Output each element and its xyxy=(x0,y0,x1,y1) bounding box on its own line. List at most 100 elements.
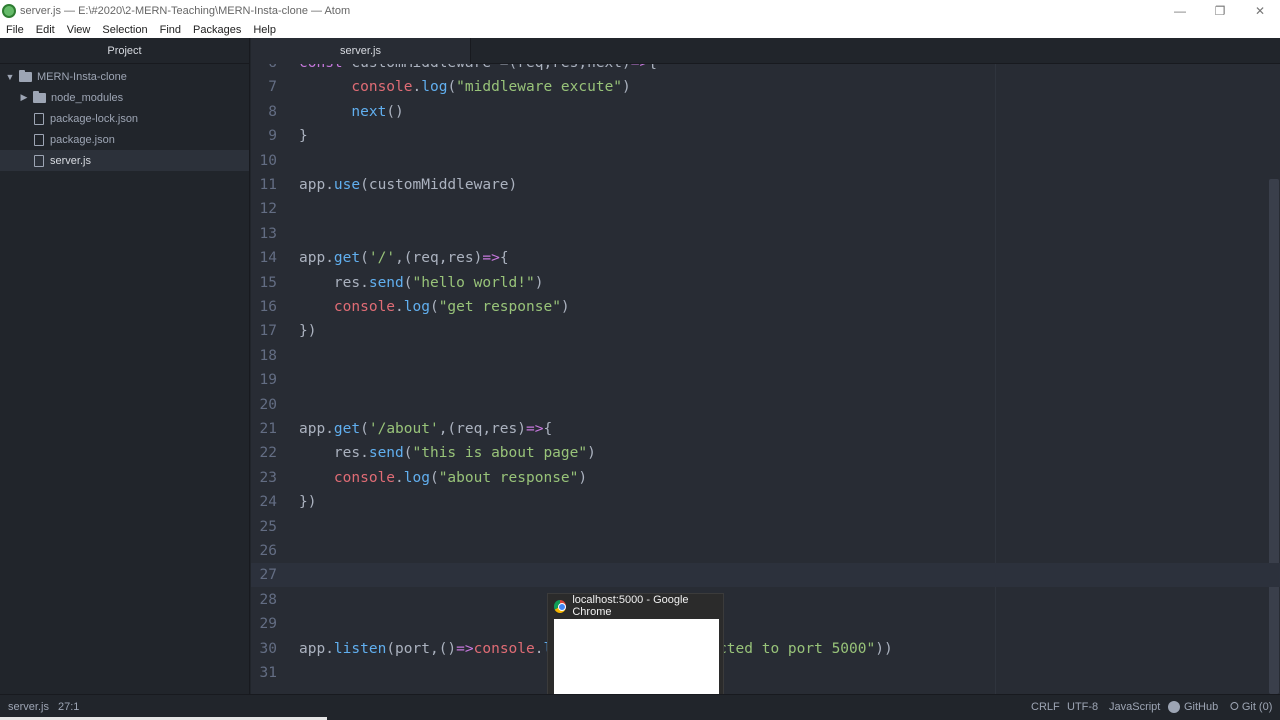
line-number: 17 xyxy=(259,323,277,340)
project-tree-panel: Project ▼ MERN-Insta-clone ▶ node_module… xyxy=(0,38,250,694)
line-number: 8 xyxy=(268,103,277,120)
line-number: 18 xyxy=(259,347,277,364)
code-text: app.use(customMiddleware) xyxy=(299,177,518,193)
code-line[interactable]: 8 next() xyxy=(251,100,1280,124)
close-icon[interactable]: ✕ xyxy=(1240,0,1280,21)
line-number: 26 xyxy=(259,543,277,559)
code-line[interactable]: 13 xyxy=(251,222,1280,246)
code-text: const customMiddleware =(req,res,next)=>… xyxy=(299,64,657,75)
line-number: 28 xyxy=(259,591,277,608)
menu-bar: File Edit View Selection Find Packages H… xyxy=(0,21,1280,38)
line-number: 9 xyxy=(268,128,277,145)
chrome-icon xyxy=(554,599,567,613)
tree-root-folder[interactable]: ▼ MERN-Insta-clone xyxy=(0,66,249,87)
menu-selection[interactable]: Selection xyxy=(96,24,153,36)
minimize-icon[interactable]: — xyxy=(1160,0,1200,21)
tree-item-node-modules[interactable]: ▶ node_modules xyxy=(0,87,249,108)
code-text: }) xyxy=(299,323,317,340)
code-line[interactable]: 27 xyxy=(251,563,1280,588)
code-line[interactable]: 24}) xyxy=(251,490,1280,514)
menu-find[interactable]: Find xyxy=(154,24,187,36)
line-number: 11 xyxy=(259,177,277,193)
code-line[interactable]: 15 res.send("hello world!") xyxy=(251,271,1280,295)
code-line[interactable]: 29 xyxy=(251,612,1280,636)
tree-header[interactable]: Project xyxy=(0,38,249,64)
tree-item-label: package-lock.json xyxy=(50,112,139,125)
line-number: 15 xyxy=(259,274,277,291)
line-number: 23 xyxy=(259,469,277,486)
code-line[interactable]: 31 xyxy=(251,661,1280,685)
code-line[interactable]: 10 xyxy=(251,149,1280,173)
code-line[interactable]: 30app.listen(port,()=>console.log("serve… xyxy=(251,637,1280,661)
line-number: 13 xyxy=(259,225,277,242)
menu-view[interactable]: View xyxy=(61,24,97,36)
status-file-name[interactable]: server.js xyxy=(8,695,49,719)
line-number: 25 xyxy=(259,518,277,535)
atom-app-icon xyxy=(2,3,16,18)
code-line[interactable]: 23 console.log("about response") xyxy=(251,466,1280,490)
folder-icon xyxy=(33,90,46,103)
line-number: 24 xyxy=(259,494,277,511)
code-line[interactable]: 14 app.get('/',(req,res)=>{ xyxy=(251,246,1280,270)
code-text: next() xyxy=(351,103,404,120)
preview-title-bar: localhost:5000 - Google Chrome xyxy=(548,594,723,618)
code-editor[interactable]: 6 const customMiddleware =(req,res,next)=… xyxy=(251,64,1280,694)
restore-icon[interactable]: ❐ xyxy=(1200,0,1240,21)
code-line[interactable]: 22 res.send("this is about page") xyxy=(251,441,1280,465)
code-line[interactable]: 17}) xyxy=(251,319,1280,343)
code-text: }) xyxy=(299,494,317,511)
code-line[interactable]: 25 xyxy=(251,515,1280,539)
github-label: GitHub xyxy=(1184,701,1219,713)
folder-icon xyxy=(19,69,32,82)
code-line[interactable]: 19 xyxy=(251,368,1280,392)
status-grammar[interactable]: JavaScript xyxy=(1109,695,1160,719)
tree-item-label: server.js xyxy=(50,154,91,167)
code-line[interactable]: 21 app.get('/about',(req,res)=>{ xyxy=(251,417,1280,441)
github-button[interactable]: GitHub xyxy=(1168,695,1218,719)
code-text: console.log("middleware excute") xyxy=(351,79,631,96)
menu-file[interactable]: File xyxy=(0,24,30,36)
code-line[interactable]: 28 xyxy=(251,588,1280,612)
code-line[interactable]: 9} xyxy=(251,124,1280,148)
line-number: 19 xyxy=(259,372,277,389)
code-line[interactable]: 18 xyxy=(251,344,1280,368)
line-number: 31 xyxy=(259,665,277,681)
status-cursor-position[interactable]: 27:1 xyxy=(58,695,79,719)
git-button[interactable]: ⭘ Git (0) xyxy=(1230,695,1272,719)
line-number: 6 xyxy=(251,64,277,75)
code-text: app.get('/',(req,res)=>{ xyxy=(299,250,509,267)
line-number: 22 xyxy=(259,445,277,462)
git-label: Git (0) xyxy=(1241,701,1273,713)
status-line-ending[interactable]: CRLF xyxy=(1031,695,1060,719)
tab-server-js[interactable]: server.js xyxy=(251,38,471,64)
code-line[interactable]: 12 xyxy=(251,197,1280,221)
file-icon xyxy=(34,154,44,167)
line-number: 27 xyxy=(259,567,277,584)
tree-item-label: node_modules xyxy=(51,91,124,104)
tree-item-package-lock[interactable]: package-lock.json xyxy=(0,108,249,129)
line-number: 14 xyxy=(259,250,277,267)
tree-root-label: MERN-Insta-clone xyxy=(37,70,127,83)
file-icon xyxy=(34,133,44,146)
tree-item-package-json[interactable]: package.json xyxy=(0,129,249,150)
code-line[interactable]: 26 xyxy=(251,539,1280,563)
code-line[interactable]: 6 const customMiddleware =(req,res,next)=… xyxy=(251,64,1280,75)
code-line[interactable]: 20 xyxy=(251,393,1280,417)
line-number: 29 xyxy=(259,616,277,633)
menu-packages[interactable]: Packages xyxy=(187,24,247,36)
code-line[interactable]: 11 app.use(customMiddleware) xyxy=(251,173,1280,197)
menu-edit[interactable]: Edit xyxy=(30,24,61,36)
line-number: 16 xyxy=(259,299,277,315)
line-number: 7 xyxy=(268,79,277,96)
tab-bar: server.js xyxy=(251,38,1280,64)
code-line[interactable]: 7 console.log("middleware excute") xyxy=(251,75,1280,99)
git-branch-icon: ⭘ xyxy=(1230,700,1239,713)
menu-help[interactable]: Help xyxy=(247,24,282,36)
code-line[interactable]: 16 console.log("get response") xyxy=(251,295,1280,319)
status-encoding[interactable]: UTF-8 xyxy=(1067,695,1098,719)
code-text: console.log("get response") xyxy=(333,299,570,315)
preview-title: localhost:5000 - Google Chrome xyxy=(572,594,689,618)
line-number: 30 xyxy=(259,640,277,657)
tree-item-server-js[interactable]: server.js xyxy=(0,150,249,171)
line-number: 20 xyxy=(259,396,277,413)
